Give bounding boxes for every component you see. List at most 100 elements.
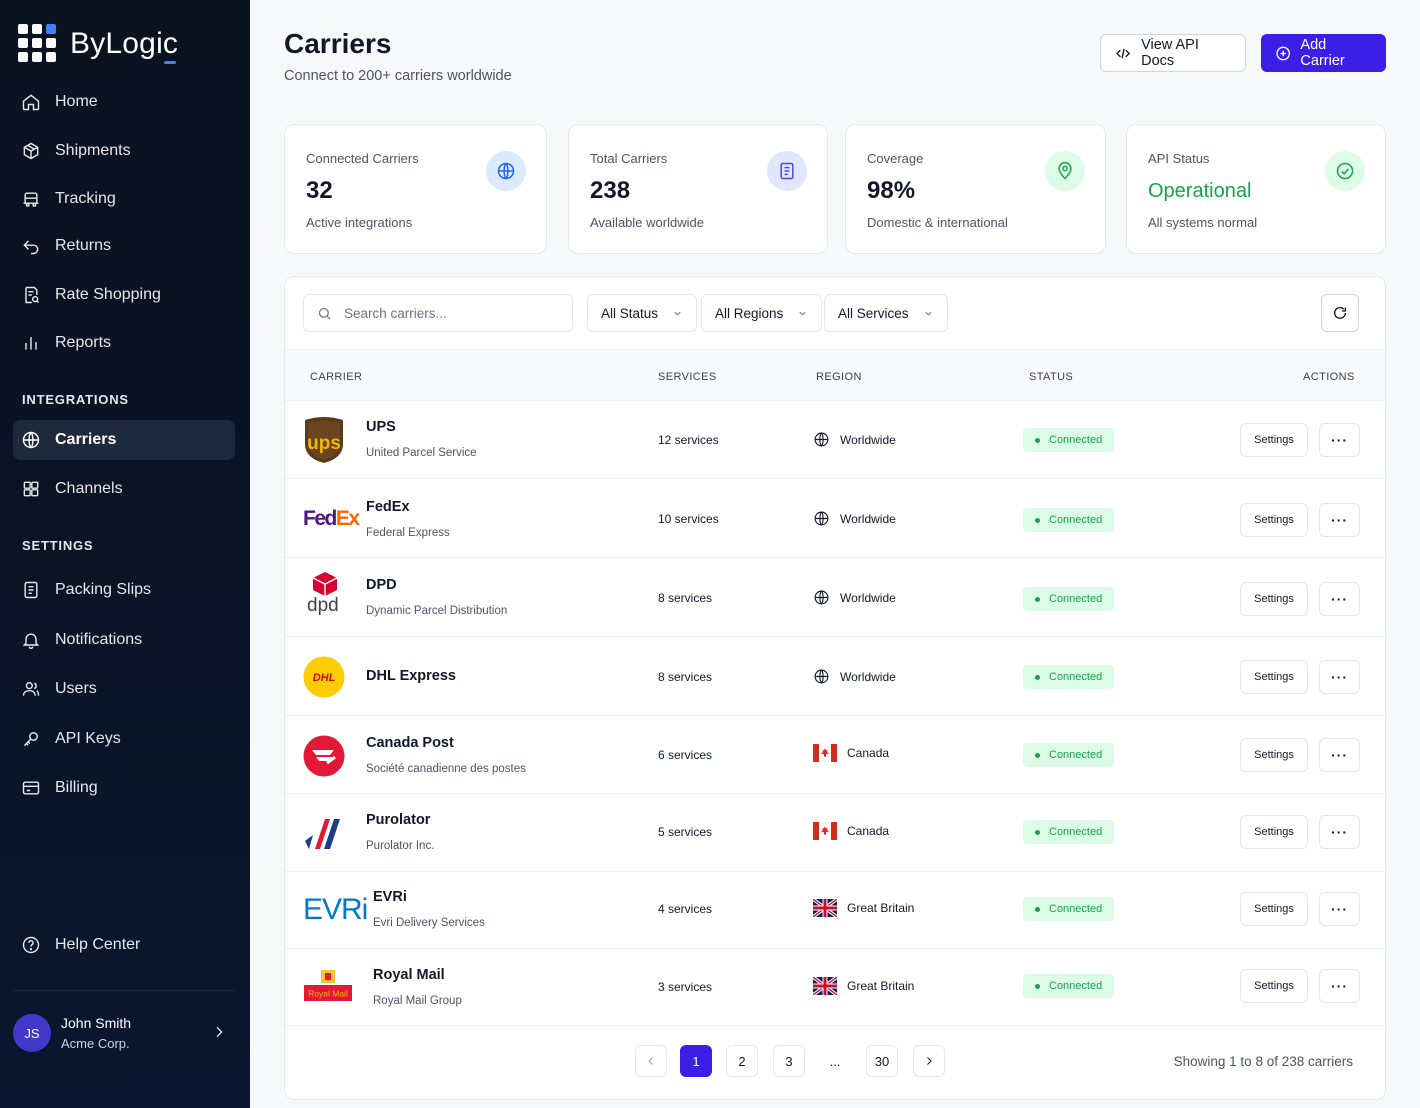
more-options-icon[interactable]: ··· (1319, 582, 1360, 616)
sidebar-item-channels[interactable]: Channels (13, 469, 235, 509)
settings-button[interactable]: Settings (1240, 582, 1308, 616)
settings-button[interactable]: Settings (1240, 738, 1308, 772)
table-row[interactable]: FedEx FedEx Federal Express 10 services … (285, 480, 1385, 558)
table-row[interactable]: Canada Post Société canadienne des poste… (285, 716, 1385, 794)
carrier-name: FedEx (366, 499, 410, 515)
table-row[interactable]: DHL DHL Express 8 services Worldwide Con… (285, 638, 1385, 716)
sidebar-item-help-center[interactable]: Help Center (13, 925, 235, 965)
carrier-full-name: Royal Mail Group (373, 995, 462, 1007)
plus-circle-icon (1276, 46, 1291, 60)
settings-button[interactable]: Settings (1240, 892, 1308, 926)
page-button-1[interactable]: 1 (680, 1045, 712, 1077)
previous-page-button[interactable] (635, 1045, 667, 1077)
table-row[interactable]: dpd DPD Dynamic Parcel Distribution 8 se… (285, 559, 1385, 637)
page-button-2[interactable]: 2 (726, 1045, 758, 1077)
chevron-right-icon (216, 1026, 223, 1038)
settings-button[interactable]: Settings (1240, 423, 1308, 457)
status-filter-value: All Status (601, 305, 659, 321)
settings-button[interactable]: Settings (1240, 815, 1308, 849)
users-icon (22, 682, 40, 696)
sidebar-item-packing-slips[interactable]: Packing Slips (13, 570, 235, 610)
refresh-button[interactable] (1321, 294, 1359, 332)
package-icon (23, 142, 39, 160)
view-api-docs-button[interactable]: View API Docs (1100, 34, 1246, 72)
next-page-button[interactable] (913, 1045, 945, 1077)
sidebar-item-shipments[interactable]: Shipments (13, 131, 235, 171)
more-options-icon[interactable]: ··· (1319, 738, 1360, 772)
status-badge: Connected (1023, 974, 1115, 998)
table-row[interactable]: ups UPS United Parcel Service 12 service… (285, 401, 1385, 479)
table-row[interactable]: EVRi EVRi Evri Delivery Services 4 servi… (285, 871, 1385, 949)
sidebar-item-home[interactable]: Home (13, 82, 235, 122)
app-name: ByLogic (70, 27, 179, 64)
more-options-icon[interactable]: ··· (1319, 969, 1360, 1003)
sidebar-item-users[interactable]: Users (13, 669, 235, 709)
page-button-3[interactable]: 3 (773, 1045, 805, 1077)
sidebar-item-carriers[interactable]: Carriers (13, 420, 235, 460)
sidebar-item-label: API Keys (55, 730, 121, 747)
more-options-icon[interactable]: ··· (1319, 892, 1360, 926)
column-header-region[interactable]: REGION (816, 371, 862, 383)
status-label: Connected (1049, 903, 1103, 915)
stat-card-api-status: API Status Operational All systems norma… (1126, 124, 1386, 254)
region-label: Worldwide (840, 432, 896, 447)
status-badge: Connected (1023, 508, 1115, 532)
sidebar-item-label: Users (55, 680, 97, 697)
add-carrier-label: Add Carrier (1300, 37, 1345, 69)
pagination-info: Showing 1 to 8 of 238 carriers (1173, 1054, 1353, 1069)
stat-value: 98% (867, 177, 916, 204)
sidebar-item-rate-shopping[interactable]: Rate Shopping (13, 275, 235, 315)
services-filter[interactable]: All Services (824, 294, 948, 332)
settings-button[interactable]: Settings (1240, 969, 1308, 1003)
avatar: JS (13, 1014, 51, 1052)
more-options-icon[interactable]: ··· (1319, 660, 1360, 694)
table-row[interactable]: Purolator Purolator Inc. 5 services Cana… (285, 794, 1385, 872)
user-profile[interactable]: JS John Smith Acme Corp. (13, 1008, 235, 1058)
sidebar-item-billing[interactable]: Billing (13, 768, 235, 808)
column-header-services[interactable]: SERVICES (658, 371, 717, 383)
status-filter[interactable]: All Status (587, 294, 698, 332)
settings-button[interactable]: Settings (1240, 503, 1308, 537)
receipt-search-icon (25, 286, 40, 304)
services-count: 4 services (658, 902, 713, 916)
carrier-name: DHL Express (366, 668, 456, 684)
chevron-down-icon (674, 311, 681, 316)
sidebar-item-notifications[interactable]: Notifications (13, 620, 235, 660)
settings-button[interactable]: Settings (1240, 660, 1308, 694)
column-header-actions: ACTIONS (1303, 371, 1355, 383)
carrier-name: UPS (366, 419, 396, 435)
regions-filter[interactable]: All Regions (701, 294, 823, 332)
search-carriers[interactable] (303, 294, 573, 332)
carrier-full-name: Evri Delivery Services (373, 917, 485, 929)
services-count: 6 services (658, 748, 713, 762)
more-options-icon[interactable]: ··· (1319, 815, 1360, 849)
status-badge: Connected (1023, 743, 1115, 767)
sidebar-item-label: Billing (55, 779, 98, 796)
sidebar-item-label: Home (55, 93, 98, 110)
column-header-status[interactable]: STATUS (1029, 371, 1073, 383)
evri-logo: EVRi (303, 893, 368, 926)
stat-card-coverage: Coverage 98% Domestic & international (845, 124, 1106, 254)
credit-card-icon (22, 781, 40, 795)
status-dot-icon (1035, 596, 1040, 602)
table-header: CARRIER SERVICES REGION STATUS ACTIONS (285, 349, 1385, 401)
sidebar-item-label: Reports (55, 334, 112, 351)
globe-icon (486, 151, 526, 191)
more-options-icon[interactable]: ··· (1319, 503, 1360, 537)
column-header-carrier[interactable]: CARRIER (310, 371, 362, 383)
add-carrier-button[interactable]: Add Carrier (1261, 34, 1386, 72)
sidebar-item-api-keys[interactable]: API Keys (13, 719, 235, 759)
chevron-down-icon (924, 311, 932, 316)
carrier-name: DPD (366, 577, 397, 593)
check-circle-icon (1325, 151, 1365, 191)
more-options-icon[interactable]: ··· (1319, 423, 1360, 457)
page-button-30[interactable]: 30 (866, 1045, 898, 1077)
search-input[interactable] (344, 305, 544, 321)
app-logo[interactable]: ByLogic (18, 24, 178, 64)
sidebar-item-reports[interactable]: Reports (13, 323, 235, 363)
table-row[interactable]: Royal Mail Royal Mail Royal Mail Group 3… (285, 948, 1385, 1026)
sidebar-item-returns[interactable]: Returns (13, 226, 235, 266)
sidebar-item-tracking[interactable]: Tracking (13, 179, 235, 219)
chevron-right-icon (927, 1057, 932, 1065)
status-label: Connected (1049, 826, 1103, 838)
